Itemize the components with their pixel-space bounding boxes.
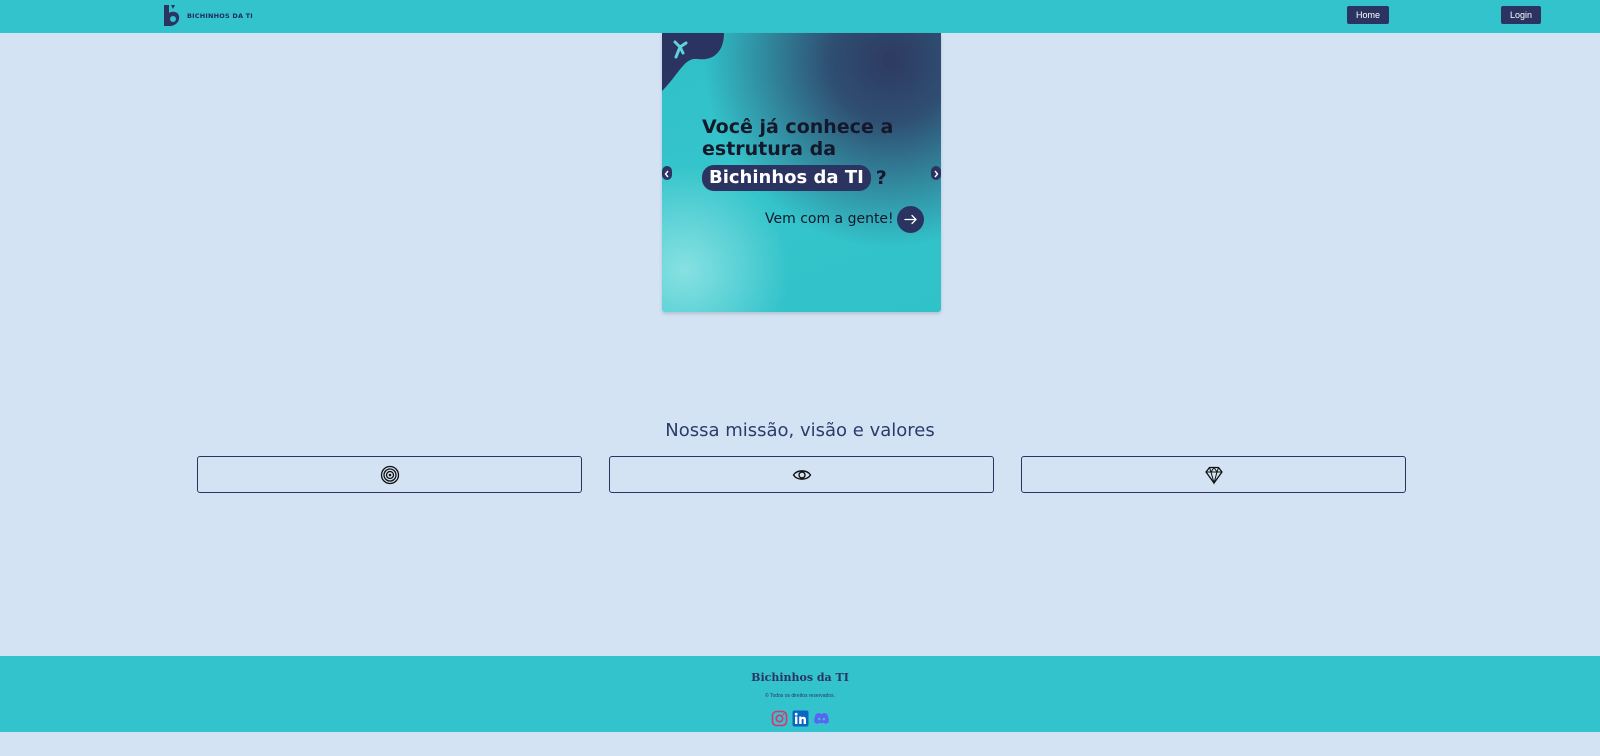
top-navbar: BICHINHOS DA TI Home Login: [0, 0, 1600, 33]
logo-icon: [164, 5, 180, 26]
chevron-left-icon: [664, 170, 669, 178]
slide-cta-text: Vem com a gente!: [765, 211, 894, 227]
discord-icon[interactable]: [813, 710, 830, 727]
carousel-prev-button[interactable]: [662, 166, 672, 180]
slide-highlight: Bichinhos da TI: [702, 165, 871, 191]
slide-headline: Você já conhece a estrutura da: [702, 116, 894, 160]
paw-decoration-icon: [662, 33, 724, 91]
home-button[interactable]: Home: [1347, 6, 1389, 24]
linkedin-icon[interactable]: [792, 710, 809, 727]
footer-title: Bichinhos da TI: [751, 671, 849, 684]
instagram-icon[interactable]: [771, 710, 788, 727]
target-icon: [380, 465, 400, 485]
eye-icon: [792, 470, 812, 480]
hero-carousel: Você já conhece a estrutura da Bichinhos…: [662, 33, 941, 312]
slide-cta-button[interactable]: [897, 206, 924, 233]
vision-card[interactable]: [609, 456, 994, 493]
chevron-right-icon: [934, 170, 939, 178]
values-card[interactable]: [1021, 456, 1406, 493]
mission-section-title: Nossa missão, visão e valores: [665, 420, 935, 441]
carousel-next-button[interactable]: [931, 166, 941, 180]
brand-logo[interactable]: BICHINHOS DA TI: [162, 3, 253, 28]
mission-card[interactable]: [197, 456, 582, 493]
brand-name: BICHINHOS DA TI: [187, 11, 253, 20]
diamond-icon: [1205, 466, 1223, 485]
footer: Bichinhos da TI © Todos os direitos rese…: [0, 656, 1600, 732]
arrow-right-icon: [904, 214, 917, 225]
footer-copyright: © Todos os direitos reservados.: [764, 693, 835, 699]
login-button[interactable]: Login: [1501, 6, 1541, 24]
slide-highlight-row: Bichinhos da TI ?: [702, 165, 887, 191]
slide-question-mark: ?: [875, 167, 887, 189]
